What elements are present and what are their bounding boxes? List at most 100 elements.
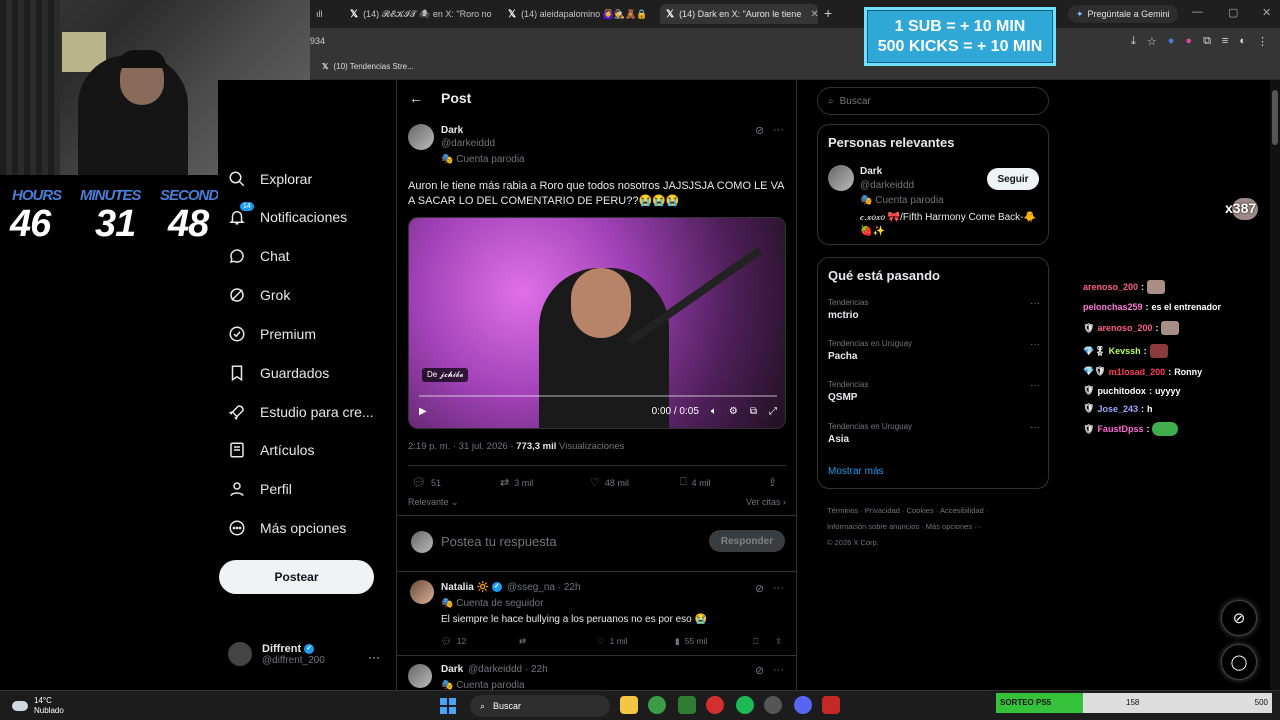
more-icon[interactable]: ··· <box>773 582 784 594</box>
reply-action[interactable]: 💬︎ 51 <box>412 476 441 489</box>
nav-item-perfil[interactable]: Perfil <box>228 480 292 498</box>
comment-handle[interactable]: @sseg_na · 22h <box>507 582 581 593</box>
windows-start-icon[interactable] <box>440 698 456 714</box>
comment-author[interactable]: Dark <box>441 664 463 675</box>
star-icon[interactable]: ☆ <box>1147 35 1157 48</box>
messages-fab-button[interactable]: ◯ <box>1221 644 1257 680</box>
close-window-icon[interactable]: ✕ <box>1262 6 1271 19</box>
close-icon[interactable]: ✕ <box>810 9 818 20</box>
settings-icon[interactable]: ⚙︎ <box>729 406 738 417</box>
comment-like-action[interactable]: ♡ 1 mil <box>597 636 628 647</box>
avatar[interactable] <box>408 664 432 688</box>
nav-item-articulos[interactable]: Artículos <box>228 441 314 459</box>
account-switcher[interactable]: Diffrent ✓ @diffrent_200 <box>228 642 325 666</box>
minimize-icon[interactable]: — <box>1192 6 1203 18</box>
trend-item[interactable]: Tendencias QSMP ··· <box>828 380 1040 403</box>
repost-action[interactable]: ⇄ 3 mil <box>500 476 533 489</box>
profile-icon[interactable]: ◐ <box>1239 35 1246 48</box>
play-icon[interactable]: ▶ <box>419 406 427 417</box>
fullscreen-icon[interactable]: ⤢ <box>769 406 777 417</box>
grok-fab-button[interactable]: ⊘ <box>1221 600 1257 636</box>
reply-button[interactable]: Responder <box>709 530 785 552</box>
comment-bookmark[interactable]: ⎕ <box>753 636 758 647</box>
grok-icon[interactable]: ⊘ <box>755 664 764 677</box>
more-icon[interactable]: ··· <box>1030 339 1040 350</box>
maximize-icon[interactable]: ▢ <box>1228 6 1238 19</box>
bookmark-action[interactable]: ⎕ 4 mil <box>680 476 711 489</box>
comment-handle[interactable]: @darkeiddd · 22h <box>468 664 548 675</box>
bookmark-item[interactable]: 𝕏 (10) Tendencias Stre... <box>322 62 414 71</box>
comment-author[interactable]: Natalia 🔆 ✓ <box>441 582 502 593</box>
app-icon[interactable] <box>822 696 840 714</box>
video-player[interactable]: De 𝓳𝓬𝓱𝓲𝓫𝓮 ▶ 0:00 / 0:05 🔈︎ ⚙︎ ⧉ ⤢ <box>408 217 786 429</box>
media-icon[interactable]: ≡ <box>1222 35 1228 48</box>
footer-line[interactable]: Información sobre anuncios · Más opcione… <box>827 519 1037 535</box>
trend-item[interactable]: Tendencias en Uruguay Asia ··· <box>828 422 1040 445</box>
search-input[interactable]: ⌕ Buscar <box>817 87 1049 115</box>
person-handle[interactable]: @darkeiddd <box>860 180 914 191</box>
extension-icon[interactable]: ● <box>1168 35 1175 48</box>
more-icon[interactable]: ··· <box>1030 380 1040 391</box>
comment-reply-action[interactable]: 💬︎ 12 <box>441 636 466 647</box>
taskbar-search[interactable]: ⌕ Buscar <box>470 695 610 717</box>
url-field[interactable]: 934 <box>310 36 325 46</box>
nav-item-explorar[interactable]: Explorar <box>228 170 312 188</box>
chrome-icon[interactable] <box>648 696 666 714</box>
more-icon[interactable]: ··· <box>773 124 784 136</box>
avatar[interactable] <box>408 124 434 150</box>
trend-item[interactable]: Tendencias mctrio ··· <box>828 298 1040 321</box>
comment-repost-action[interactable]: ⇄ <box>519 636 526 647</box>
video-progress[interactable] <box>419 395 777 397</box>
avatar[interactable] <box>828 165 854 191</box>
avatar[interactable] <box>410 580 434 604</box>
spotify-icon[interactable] <box>736 696 754 714</box>
nav-item-guardados[interactable]: Guardados <box>228 364 329 382</box>
nav-item-estudio[interactable]: Estudio para cre... <box>228 403 374 421</box>
volume-icon[interactable]: 🔈︎ <box>711 406 717 417</box>
more-icon[interactable]: ··· <box>1030 422 1040 433</box>
puzzle-icon[interactable]: ⧉ <box>1203 35 1211 48</box>
file-explorer-icon[interactable] <box>620 696 638 714</box>
back-arrow-icon[interactable]: ← <box>409 90 423 106</box>
opera-icon[interactable] <box>706 696 724 714</box>
gemini-button[interactable]: ✦ Pregúntale a Gemini <box>1068 5 1178 23</box>
comment-share[interactable]: ⇪ <box>775 636 782 647</box>
nav-item-notificaciones[interactable]: 14 Notificaciones <box>228 202 347 226</box>
discord-icon[interactable] <box>794 696 812 714</box>
new-tab-button[interactable]: + <box>824 5 832 21</box>
share-action[interactable]: ⇪ <box>768 476 777 489</box>
quotes-link[interactable]: Ver citas › <box>746 497 786 507</box>
browser-tab[interactable]: 𝕏 (14) aleidapalomino 🙆‍♀️🕵️🧸🔒 ✕ <box>502 4 652 24</box>
author-handle[interactable]: @darkeiddd <box>441 138 495 149</box>
nav-item-premium[interactable]: Premium <box>228 325 316 343</box>
scrollbar-thumb[interactable] <box>1272 90 1278 145</box>
more-icon[interactable]: ··· <box>1030 298 1040 309</box>
nav-item-grok[interactable]: Grok <box>228 286 290 304</box>
sort-dropdown[interactable]: Relevante ⌄ <box>408 497 459 507</box>
grok-icon[interactable]: ⊘ <box>755 582 764 595</box>
menu-icon[interactable]: ⋮ <box>1257 35 1268 48</box>
more-icon[interactable]: ··· <box>368 650 380 664</box>
app-icon[interactable] <box>764 696 782 714</box>
video-source[interactable]: De 𝓳𝓬𝓱𝓲𝓫𝓮 <box>422 368 469 382</box>
browser-tab-active[interactable]: 𝕏 (14) Dark en X: "Auron le tiene ✕ <box>660 4 818 24</box>
post-button[interactable]: Postear <box>219 560 374 594</box>
nav-item-chat[interactable]: Chat <box>228 247 290 265</box>
extension-icon[interactable]: ● <box>1185 35 1192 48</box>
follow-button[interactable]: Seguir <box>987 168 1039 190</box>
browser-tab[interactable]: ıll <box>310 4 340 24</box>
nav-item-mas-opciones[interactable]: Más opciones <box>228 519 346 537</box>
footer-line[interactable]: Términos · Privacidad · Cookies · Accesi… <box>827 503 1037 519</box>
like-action[interactable]: ♡ 48 mil <box>590 476 629 489</box>
more-icon[interactable]: ··· <box>773 664 784 676</box>
minecraft-icon[interactable] <box>678 696 696 714</box>
show-more-link[interactable]: Mostrar más <box>828 466 884 477</box>
reply-input[interactable]: Postea tu respuesta <box>441 534 557 549</box>
trend-item[interactable]: Tendencias en Uruguay Pacha ··· <box>828 339 1040 362</box>
install-icon[interactable]: ⤓ <box>1131 35 1136 48</box>
browser-tab[interactable]: 𝕏 (14) 𝓡𝓔𝓚𝓘𝓣 🕷 en X: "Roro no <box>344 4 496 24</box>
author-name[interactable]: Dark <box>441 125 463 136</box>
scrollbar[interactable] <box>1270 80 1280 690</box>
pip-icon[interactable]: ⧉ <box>750 406 757 417</box>
person-name[interactable]: Dark <box>860 166 882 177</box>
